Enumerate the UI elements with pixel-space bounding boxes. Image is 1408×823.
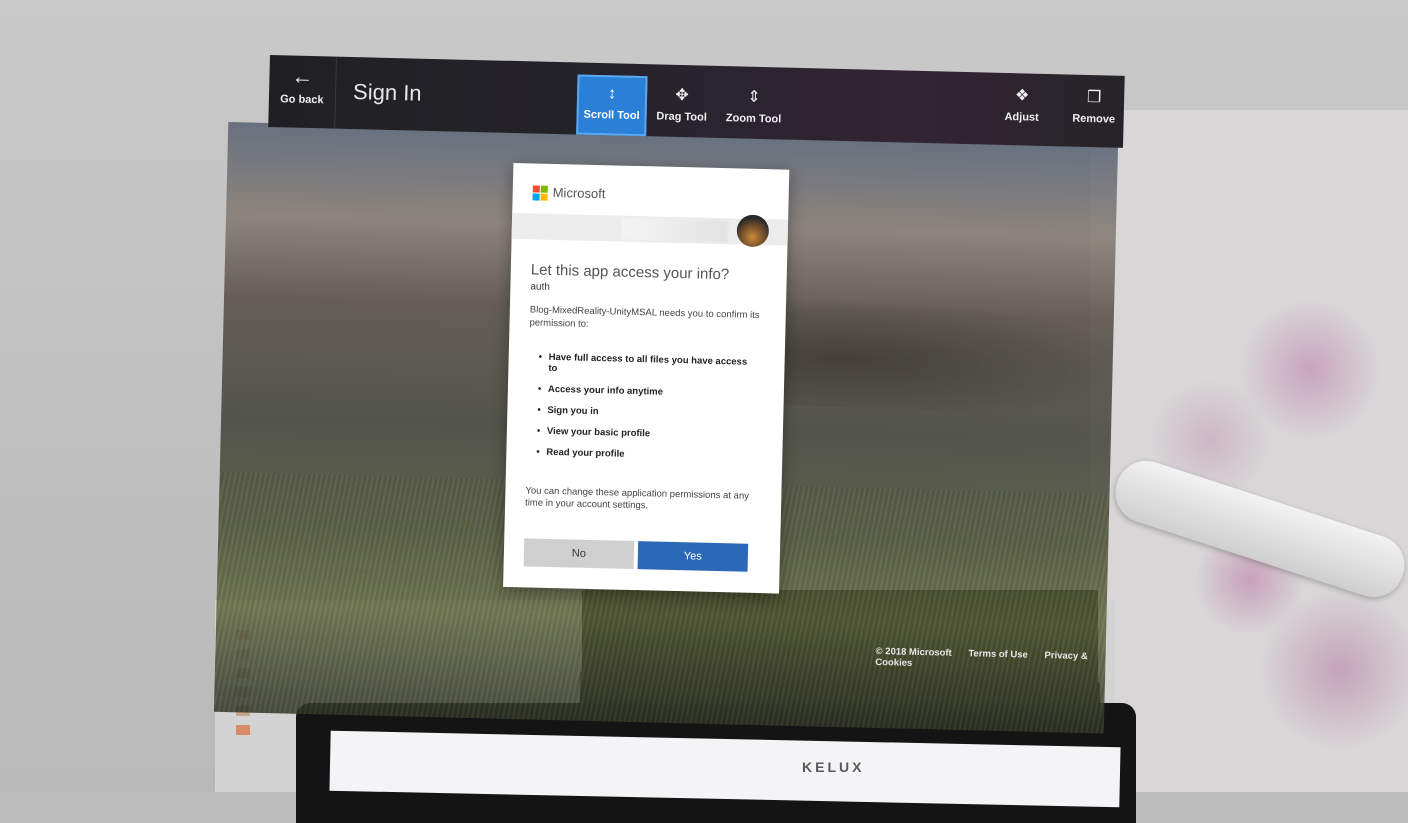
go-back-button[interactable]: ← Go back (268, 54, 337, 129)
consent-dialog: Microsoft Let this app access your info?… (503, 162, 790, 594)
remove-button[interactable]: ❒ Remove (1058, 78, 1129, 140)
account-bar[interactable] (511, 212, 789, 248)
account-email-redacted (621, 217, 729, 243)
back-arrow-icon: ← (291, 63, 314, 90)
laptop-screen (329, 730, 1121, 808)
dialog-subheading: auth (530, 281, 550, 293)
microsoft-logo-icon (532, 185, 548, 201)
drag-tool-label: Drag Tool (656, 110, 707, 124)
scroll-tool-button[interactable]: ↕ Scroll Tool (576, 74, 648, 137)
zoom-icon: ⇕ (747, 88, 762, 106)
list-item: Access your info anytime (538, 384, 758, 400)
hologram-slate: ← Go back Sign In ↕ Scroll Tool ✥ Drag T… (213, 54, 1125, 736)
go-back-label: Go back (280, 93, 324, 107)
terms-link[interactable]: Terms of Use (968, 648, 1028, 660)
cube-adjust-icon: ❖ (1014, 87, 1030, 105)
zoom-tool-button[interactable]: ⇕ Zoom Tool (718, 78, 789, 140)
list-item: Sign you in (537, 405, 757, 421)
scroll-icon: ↕ (607, 85, 617, 103)
scroll-tool-label: Scroll Tool (583, 108, 640, 123)
no-button[interactable]: No (523, 538, 635, 570)
cube-remove-icon: ❒ (1086, 88, 1102, 107)
list-item: Have full access to all files you have a… (538, 352, 758, 379)
dialog-note: You can change these application permiss… (524, 485, 750, 512)
drag-icon: ✥ (675, 86, 690, 105)
page-title: Sign In (352, 79, 422, 106)
list-item: Read your profile (536, 447, 756, 463)
microsoft-brand: Microsoft (552, 184, 606, 202)
yes-button[interactable]: Yes (637, 541, 749, 572)
list-item: View your basic profile (537, 426, 757, 442)
dialog-description: Blog-MixedReality-UnityMSAL needs you to… (529, 304, 760, 330)
avatar (736, 214, 770, 248)
permission-list: Have full access to all files you have a… (536, 352, 759, 473)
drag-tool-button[interactable]: ✥ Drag Tool (646, 76, 717, 138)
adjust-button[interactable]: ❖ Adjust (986, 77, 1057, 139)
dialog-heading: Let this app access your info? (530, 261, 730, 284)
zoom-tool-label: Zoom Tool (725, 112, 782, 126)
map-poster (1090, 110, 1408, 792)
laptop-brand: KELUX (802, 759, 865, 775)
adjust-label: Adjust (1004, 110, 1039, 124)
remove-label: Remove (1072, 112, 1116, 126)
